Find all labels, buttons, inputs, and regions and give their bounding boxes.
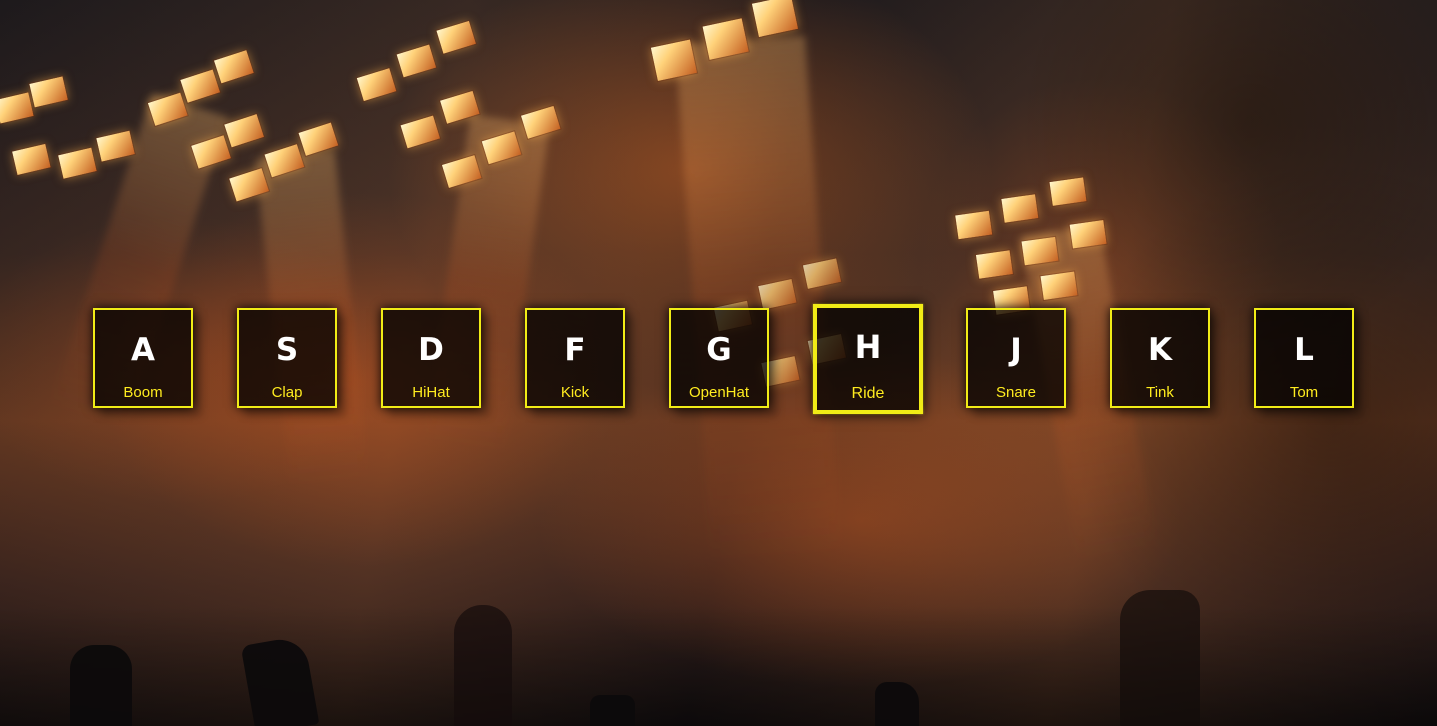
sound-name: Clap (271, 384, 303, 401)
drum-key-tom[interactable]: L Tom (1254, 308, 1354, 408)
key-letter: G (706, 332, 732, 368)
drum-key-tink[interactable]: K Tink (1110, 308, 1210, 408)
key-letter: J (1010, 332, 1022, 368)
sound-name: Tink (1146, 384, 1174, 401)
drum-key-ride[interactable]: H Ride (813, 304, 923, 414)
key-letter: K (1147, 332, 1173, 368)
audience-hand-silhouette (70, 645, 132, 726)
key-letter: A (131, 332, 155, 368)
stage-light-array (952, 173, 1127, 316)
performer-silhouette (1120, 590, 1200, 726)
sound-name: Ride (851, 385, 885, 402)
drum-key-clap[interactable]: S Clap (237, 308, 337, 408)
drum-key-hihat[interactable]: D HiHat (381, 308, 481, 408)
concert-stage-background: A Boom S Clap D HiHat F Kick G OpenHat H… (0, 0, 1437, 726)
performer-silhouette (454, 605, 512, 726)
key-letter: L (1294, 332, 1314, 368)
drum-key-kick[interactable]: F Kick (525, 308, 625, 408)
stage-floor-shadow (0, 606, 1437, 726)
drum-key-grid: A Boom S Clap D HiHat F Kick G OpenHat H… (93, 304, 1358, 414)
sound-name: Snare (995, 384, 1037, 401)
sound-name: HiHat (412, 384, 450, 401)
sound-name: Tom (1289, 384, 1319, 401)
drum-key-snare[interactable]: J Snare (966, 308, 1066, 408)
audience-hand-silhouette (875, 682, 919, 726)
key-letter: S (275, 332, 299, 368)
drum-key-openhat[interactable]: G OpenHat (669, 308, 769, 408)
stage-light-array (345, 0, 586, 201)
key-letter: H (854, 328, 882, 366)
sound-name: Boom (123, 384, 163, 401)
sound-name: OpenHat (688, 384, 750, 401)
key-letter: F (564, 332, 586, 368)
drum-key-boom[interactable]: A Boom (93, 308, 193, 408)
audience-hand-silhouette (590, 695, 635, 726)
sound-name: Kick (560, 384, 590, 401)
key-letter: D (418, 332, 444, 368)
